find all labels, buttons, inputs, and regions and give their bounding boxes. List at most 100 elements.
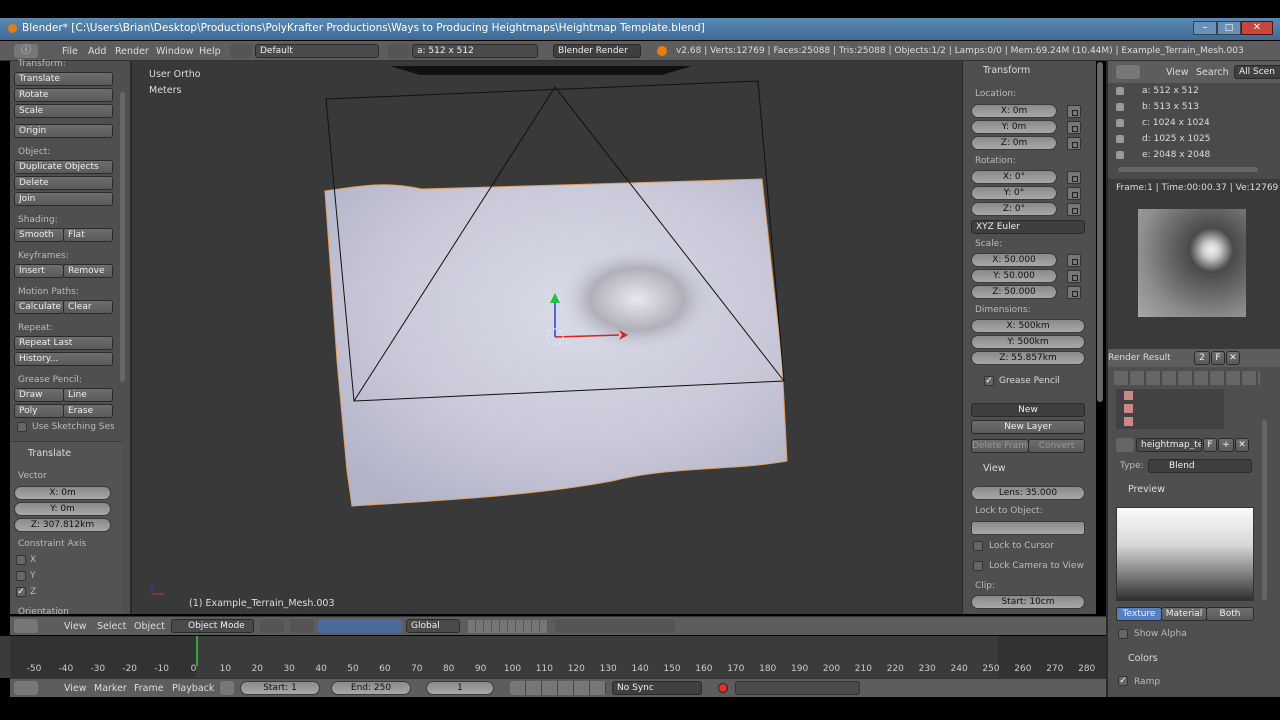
close-image-icon[interactable]: ✕ bbox=[1226, 351, 1240, 365]
lock-scale-x-icon[interactable] bbox=[1067, 254, 1081, 267]
location-z-field[interactable]: Z: 0m bbox=[971, 136, 1057, 150]
timeline-menu-marker[interactable]: Marker bbox=[94, 683, 127, 694]
vector-x-field[interactable]: X: 0m bbox=[14, 486, 111, 500]
join-button[interactable]: Join bbox=[14, 192, 113, 206]
rotation-y-field[interactable]: Y: 0° bbox=[971, 186, 1057, 200]
view3d-editor-icon[interactable] bbox=[14, 619, 38, 633]
viewport-menu-object[interactable]: Object bbox=[134, 621, 165, 632]
grease-pencil-checkbox[interactable]: ✓ bbox=[984, 376, 994, 386]
n-panel-scrollbar[interactable] bbox=[1097, 62, 1103, 402]
delete-button[interactable]: Delete bbox=[14, 176, 113, 190]
3d-viewport[interactable]: User Ortho Meters (1) Example_Terrain_Me… bbox=[132, 61, 962, 614]
duplicate-objects-button[interactable]: Duplicate Objects bbox=[14, 160, 113, 174]
viewport-menu-view[interactable]: View bbox=[64, 621, 87, 632]
lock-location-z-icon[interactable] bbox=[1067, 137, 1081, 150]
lock-location-x-icon[interactable] bbox=[1067, 105, 1081, 118]
lock-scale-z-icon[interactable] bbox=[1067, 286, 1081, 299]
snap-icons[interactable] bbox=[555, 619, 675, 633]
dimension-y-field[interactable]: Y: 500km bbox=[971, 335, 1085, 349]
texture-fake-user-button[interactable]: F bbox=[1203, 438, 1217, 452]
current-frame-field[interactable]: 1 bbox=[426, 681, 494, 695]
flat-button[interactable]: Flat bbox=[63, 228, 113, 242]
render-slot-field[interactable]: 2 bbox=[1194, 351, 1210, 365]
history-button[interactable]: History... bbox=[14, 352, 113, 366]
preview-tab-both[interactable]: Both bbox=[1206, 607, 1254, 621]
timeline-menu-view[interactable]: View bbox=[64, 683, 87, 694]
render-engine-select[interactable]: Blender Render bbox=[553, 44, 641, 58]
rotation-mode-select[interactable]: XYZ Euler bbox=[971, 220, 1085, 234]
vector-z-field[interactable]: Z: 307.812km bbox=[14, 518, 111, 532]
dimension-x-field[interactable]: X: 500km bbox=[971, 319, 1085, 333]
viewport-menu-select[interactable]: Select bbox=[97, 621, 126, 632]
timeline-menu-frame[interactable]: Frame bbox=[134, 683, 164, 694]
outliner-editor-icon[interactable] bbox=[1116, 65, 1140, 79]
outliner-item[interactable]: e: 2048 x 2048 bbox=[1114, 149, 1264, 163]
location-x-field[interactable]: X: 0m bbox=[971, 104, 1057, 118]
start-frame-field[interactable]: Start: 1 bbox=[240, 681, 320, 695]
sketching-checkbox[interactable] bbox=[17, 422, 27, 432]
clip-start-field[interactable]: Start: 10cm bbox=[971, 595, 1085, 609]
lock-rotation-y-icon[interactable] bbox=[1067, 187, 1081, 200]
texture-add-button[interactable]: + bbox=[1218, 438, 1234, 452]
origin-button[interactable]: Origin bbox=[14, 124, 113, 138]
texture-slot-list[interactable] bbox=[1116, 389, 1224, 429]
lock-camera-checkbox[interactable] bbox=[973, 561, 983, 571]
sync-mode-select[interactable]: No Sync bbox=[612, 681, 702, 695]
layer-buttons[interactable] bbox=[468, 620, 548, 633]
properties-scrollbar[interactable] bbox=[1262, 420, 1267, 600]
texture-unlink-button[interactable]: ✕ bbox=[1235, 438, 1249, 452]
rotation-z-field[interactable]: Z: 0° bbox=[971, 202, 1057, 216]
dimension-z-field[interactable]: Z: 55.857km bbox=[971, 351, 1085, 365]
repeat-last-button[interactable]: Repeat Last bbox=[14, 336, 113, 350]
pivot-icon[interactable] bbox=[290, 619, 314, 633]
grease-pencil-title[interactable]: Grease Pencil bbox=[999, 376, 1060, 386]
smooth-button[interactable]: Smooth bbox=[14, 228, 64, 242]
outliner-item[interactable]: c: 1024 x 1024 bbox=[1114, 117, 1264, 131]
playback-controls[interactable] bbox=[510, 681, 606, 695]
rotate-button[interactable]: Rotate bbox=[14, 88, 113, 102]
preview-panel-title[interactable]: Preview bbox=[1128, 484, 1165, 495]
clear-button[interactable]: Clear bbox=[63, 300, 113, 314]
fake-user-button[interactable]: F bbox=[1211, 351, 1225, 365]
shading-mode-icon[interactable] bbox=[260, 619, 284, 633]
scale-z-field[interactable]: Z: 50.000 bbox=[971, 285, 1057, 299]
constraint-x-checkbox[interactable] bbox=[16, 555, 26, 565]
render-result-label[interactable]: Render Result bbox=[1108, 353, 1171, 363]
lock-rotation-x-icon[interactable] bbox=[1067, 171, 1081, 184]
outliner-menu-view[interactable]: View bbox=[1166, 67, 1189, 78]
constraint-y-checkbox[interactable] bbox=[16, 571, 26, 581]
menu-file[interactable]: File bbox=[62, 46, 78, 57]
view-panel-title[interactable]: View bbox=[983, 463, 1006, 474]
render-preview-image[interactable] bbox=[1138, 209, 1246, 317]
preview-tab-texture[interactable]: Texture bbox=[1116, 607, 1162, 621]
gp-delete-frame-button[interactable]: Delete Frame bbox=[971, 439, 1029, 453]
timeline-menu-playback[interactable]: Playback bbox=[172, 683, 214, 694]
lens-field[interactable]: Lens: 35.000 bbox=[971, 486, 1085, 500]
preview-tab-material[interactable]: Material bbox=[1161, 607, 1207, 621]
close-button[interactable]: ✕ bbox=[1241, 21, 1273, 35]
mode-select[interactable]: Object Mode bbox=[171, 619, 254, 633]
end-frame-field[interactable]: End: 250 bbox=[331, 681, 411, 695]
transform-orientation-select[interactable]: Global bbox=[406, 619, 460, 633]
translate-button[interactable]: Translate bbox=[14, 72, 113, 86]
lock-rotation-z-icon[interactable] bbox=[1067, 203, 1081, 216]
erase-button[interactable]: Erase bbox=[63, 404, 113, 418]
remove-button[interactable]: Remove bbox=[63, 264, 113, 278]
poly-button[interactable]: Poly bbox=[14, 404, 64, 418]
menu-add[interactable]: Add bbox=[88, 46, 106, 57]
texture-name-field[interactable]: heightmap_tex bbox=[1136, 438, 1202, 452]
lock-object-field[interactable] bbox=[971, 521, 1085, 535]
current-frame-line[interactable] bbox=[196, 636, 198, 666]
manipulator-icons[interactable] bbox=[318, 619, 402, 633]
timeline-area[interactable]: -50 -40 -30 -20 -10 0 10 20 30 40 50 60 70 80 90 100 110… bbox=[0, 636, 1106, 678]
lock-scale-y-icon[interactable] bbox=[1067, 270, 1081, 283]
outliner-display-select[interactable]: All Scen bbox=[1234, 65, 1280, 79]
show-alpha-checkbox[interactable] bbox=[1118, 629, 1128, 639]
keying-set-field[interactable] bbox=[735, 681, 860, 695]
outliner-item[interactable]: a: 512 x 512 bbox=[1114, 85, 1264, 99]
menu-window[interactable]: Window bbox=[156, 46, 193, 57]
gp-new-button[interactable]: New bbox=[971, 403, 1085, 417]
line-button[interactable]: Line bbox=[63, 388, 113, 402]
calculate-button[interactable]: Calculate bbox=[14, 300, 64, 314]
preview-range-icon[interactable] bbox=[220, 681, 234, 695]
